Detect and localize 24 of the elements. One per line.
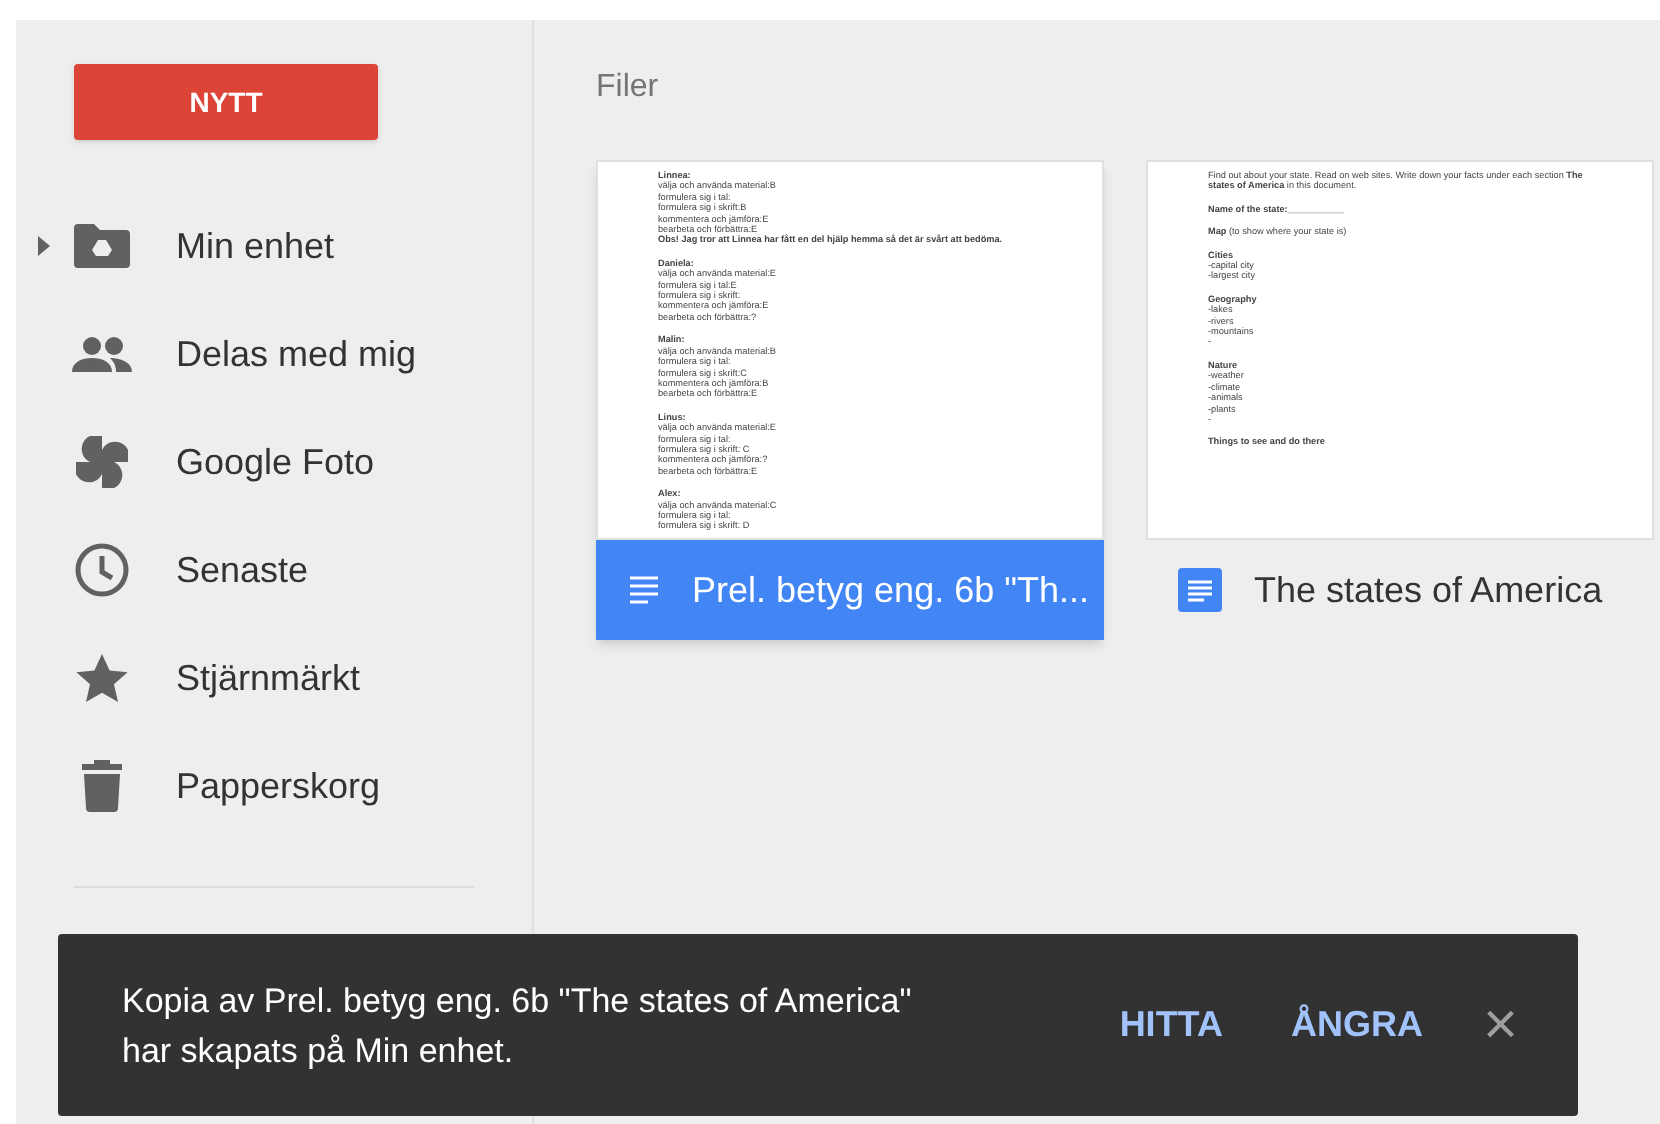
star-icon xyxy=(76,653,128,703)
pinwheel-icon xyxy=(76,436,128,488)
sidebar-item[interactable]: Min enhet xyxy=(16,192,532,300)
expand-arrow-icon[interactable] xyxy=(38,236,50,256)
snackbar-action[interactable]: HITTA xyxy=(1119,998,1223,1052)
folder-icon xyxy=(74,224,130,268)
section-title: Filer xyxy=(596,68,661,108)
file-name: Prel. betyg eng. 6b "Th... xyxy=(692,567,1090,614)
new-button[interactable]: NYTT xyxy=(74,64,378,140)
document-icon xyxy=(628,576,660,604)
sidebar-item[interactable]: Stjärnmärkt xyxy=(16,624,532,732)
file-name: The states of America xyxy=(1254,567,1603,613)
document-icon xyxy=(1178,568,1222,612)
trash-icon xyxy=(82,760,122,812)
close-button[interactable]: × xyxy=(1482,995,1518,1055)
clock-icon xyxy=(74,542,130,598)
people-icon xyxy=(72,336,132,372)
sidebar-item[interactable]: Delas med mig xyxy=(16,300,532,408)
sidebar-item[interactable]: Google Foto xyxy=(16,408,532,516)
file-card[interactable] xyxy=(596,160,1104,640)
sidebar-item[interactable]: Papperskorg xyxy=(16,732,532,840)
sidebar-item[interactable]: Senaste xyxy=(16,516,532,624)
snackbar-action[interactable]: ÅNGRA xyxy=(1290,998,1423,1052)
snackbar-message: Kopia av Prel. betyg eng. 6b "The states of America" har skapats på Min enhet. xyxy=(122,979,914,1073)
